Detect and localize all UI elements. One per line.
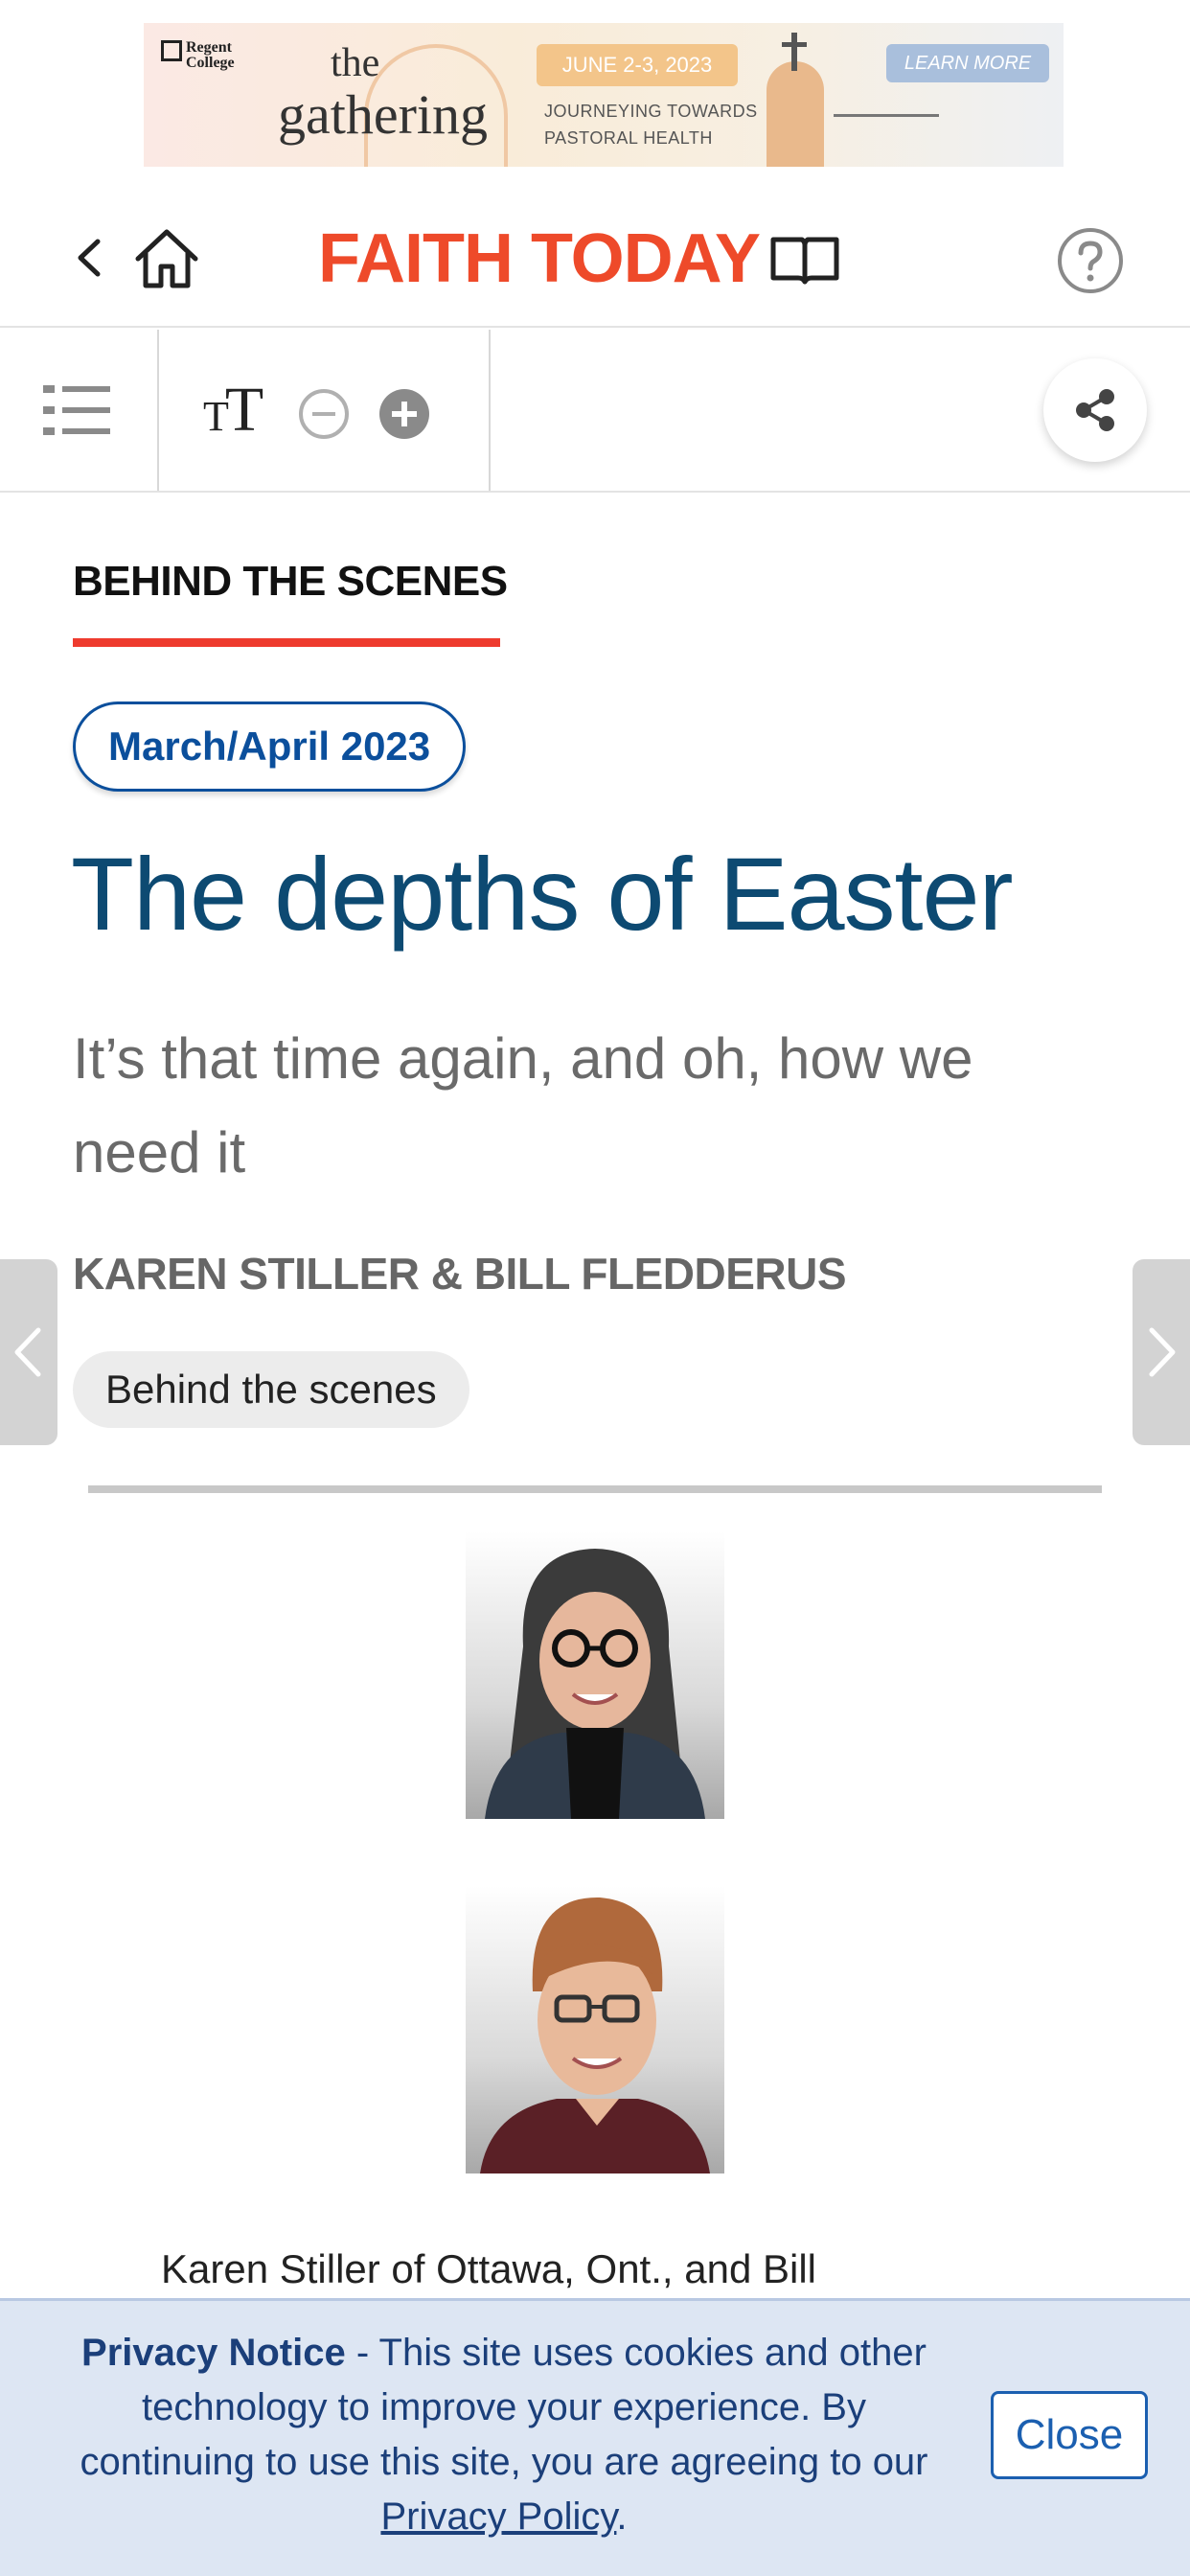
article-body-text: Karen Stiller of Ottawa, Ont., and Bill	[161, 2246, 816, 2291]
content-divider	[88, 1485, 1102, 1493]
topic-tag[interactable]: Behind the scenes	[73, 1351, 469, 1428]
section-underline	[73, 638, 500, 647]
portrait-man	[480, 1897, 710, 2174]
help-icon[interactable]	[1056, 226, 1125, 295]
ad-banner[interactable]: Regent College the gathering JUNE 2-3, 2…	[144, 23, 1064, 167]
ad-logo: Regent College	[161, 40, 253, 71]
section-label[interactable]: BEHIND THE SCENES	[73, 558, 508, 606]
privacy-notice-end: .	[616, 2496, 628, 2538]
regent-logo-icon	[161, 40, 182, 61]
ad-tagline: JOURNEYING TOWARDS PASTORAL HEALTH	[544, 98, 758, 151]
ad-title-top: the	[331, 41, 380, 85]
ad-tagline-1: JOURNEYING TOWARDS	[544, 102, 758, 121]
ad-logo-text: Regent College	[186, 39, 235, 71]
list-icon	[43, 385, 110, 435]
increase-text-button[interactable]	[378, 387, 431, 441]
close-privacy-button[interactable]: Close	[991, 2391, 1148, 2479]
author-photo-bill	[466, 1886, 724, 2174]
privacy-notice-text: Privacy Notice - This site uses cookies …	[54, 2326, 954, 2544]
privacy-notice-heading: Privacy Notice	[81, 2332, 346, 2374]
book-icon	[770, 237, 839, 285]
reader-toolbar: TT	[0, 330, 1190, 493]
brand-logo[interactable]: FAITH TODAY	[318, 220, 842, 297]
app-header: FAITH TODAY	[0, 192, 1190, 328]
previous-article-button[interactable]	[0, 1259, 57, 1445]
share-icon	[1076, 389, 1114, 431]
privacy-policy-link[interactable]: Privacy Policy	[380, 2496, 616, 2538]
article-byline: KAREN STILLER & BILL FLEDDERUS	[73, 1249, 847, 1299]
text-size-controls: TT	[159, 330, 491, 491]
text-size-icon: TT	[203, 375, 263, 445]
article-title: The depths of Easter	[71, 836, 1014, 952]
home-icon[interactable]	[132, 226, 201, 289]
privacy-notice-banner: Privacy Notice - This site uses cookies …	[0, 2298, 1190, 2576]
portrait-woman	[485, 1549, 705, 1819]
ad-learn-more-button[interactable]: LEARN MORE	[886, 44, 1049, 82]
author-photo-karen	[466, 1531, 724, 1819]
back-icon[interactable]	[67, 234, 115, 282]
next-article-button[interactable]	[1133, 1259, 1190, 1445]
article-subtitle: It’s that time again, and oh, how we nee…	[73, 1026, 973, 1184]
table-of-contents-button[interactable]	[0, 330, 159, 491]
ad-tagline-2: PASTORAL HEALTH	[544, 128, 713, 148]
cross-bar	[782, 42, 807, 47]
ad-date: JUNE 2-3, 2023	[537, 44, 738, 86]
share-button[interactable]	[1043, 358, 1147, 462]
logo-text: FAITH TODAY	[318, 220, 761, 297]
ad-title-main: gathering	[278, 83, 489, 146]
cross-icon	[791, 33, 797, 71]
people-graphic	[834, 114, 939, 167]
decrease-text-button[interactable]	[297, 387, 351, 441]
issue-button[interactable]: March/April 2023	[73, 702, 467, 792]
church-icon	[767, 61, 824, 167]
chevron-left-icon	[14, 1327, 41, 1377]
chevron-right-icon	[1149, 1327, 1176, 1377]
